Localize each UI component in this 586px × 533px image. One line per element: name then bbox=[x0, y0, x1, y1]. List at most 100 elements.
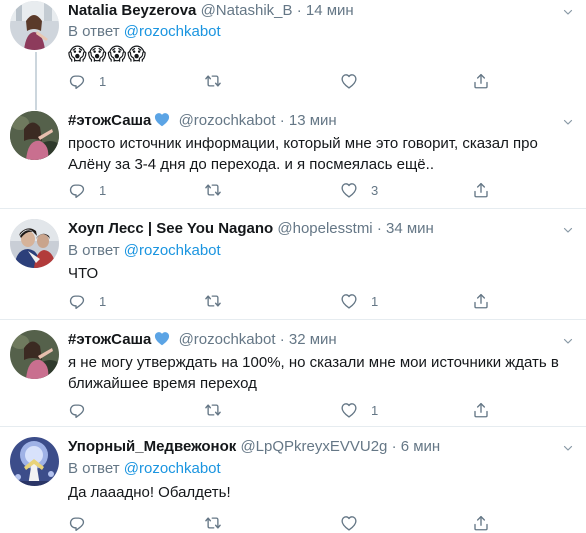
heart-icon bbox=[340, 72, 358, 90]
reply-count: 1 bbox=[99, 73, 107, 89]
username[interactable]: @LpQPkreyxEVVU2g bbox=[240, 438, 387, 455]
chevron-down-icon[interactable] bbox=[562, 335, 574, 347]
timestamp[interactable]: 6 мин bbox=[401, 438, 441, 455]
like-button[interactable]: 3 bbox=[340, 180, 378, 200]
separator-dot: · bbox=[296, 2, 302, 19]
heart-icon bbox=[340, 181, 358, 199]
tweet-content: #этожСаша @rozochkabot · 13 мин просто и… bbox=[68, 111, 576, 175]
separator-dot: · bbox=[376, 220, 382, 237]
tweet[interactable]: #этожСаша @rozochkabot · 13 мин просто и… bbox=[0, 100, 586, 208]
retweet-icon bbox=[204, 181, 222, 199]
tweet[interactable]: #этожСаша @rozochkabot · 32 мин я не мог… bbox=[0, 320, 586, 426]
reply-button[interactable]: 1 bbox=[68, 71, 106, 91]
timestamp[interactable]: 13 мин bbox=[289, 112, 337, 129]
tweet[interactable]: Упорный_Медвежонок @LpQPkreyxEVVU2g · 6 … bbox=[0, 427, 586, 525]
reply-button[interactable]: 1 bbox=[68, 180, 106, 200]
timestamp[interactable]: 32 мин bbox=[289, 331, 337, 348]
tweet-content: Хоуп Лесс | See You Nagano @hopelesstmi … bbox=[68, 219, 576, 284]
chevron-down-icon[interactable] bbox=[562, 224, 574, 236]
tweet-header: Хоуп Лесс | See You Nagano @hopelesstmi … bbox=[68, 219, 576, 239]
tweet-text: Да лааадно! Обалдеть! bbox=[68, 484, 231, 501]
timestamp[interactable]: 14 мин bbox=[306, 2, 354, 19]
reply-context: В ответ @rozochkabot bbox=[68, 22, 576, 42]
reply-icon bbox=[68, 181, 86, 199]
username[interactable]: @rozochkabot bbox=[179, 331, 276, 348]
mention-link[interactable]: @rozochkabot bbox=[124, 460, 221, 477]
retweet-button[interactable] bbox=[204, 180, 235, 200]
username[interactable]: @Natashik_B bbox=[201, 2, 293, 19]
tweet-actions bbox=[68, 513, 508, 533]
reply-icon bbox=[68, 292, 86, 310]
mention-link[interactable]: @rozochkabot bbox=[124, 242, 221, 259]
reply-count: 1 bbox=[99, 293, 107, 309]
tweet-content: Natalia Beyzerova @Natashik_B · 14 мин В… bbox=[68, 1, 576, 65]
retweet-icon bbox=[204, 72, 222, 90]
separator-dot: · bbox=[391, 438, 397, 455]
like-button[interactable]: 1 bbox=[340, 400, 378, 420]
share-icon bbox=[472, 181, 490, 199]
retweet-button[interactable] bbox=[204, 513, 235, 533]
retweet-icon bbox=[204, 292, 222, 310]
share-icon bbox=[472, 292, 490, 310]
share-button[interactable] bbox=[472, 513, 490, 533]
heart-icon bbox=[340, 514, 358, 532]
avatar[interactable] bbox=[10, 111, 59, 160]
timestamp[interactable]: 34 мин bbox=[386, 220, 434, 237]
blue-heart-icon bbox=[153, 330, 171, 347]
display-name[interactable]: #этожСаша bbox=[68, 112, 151, 129]
share-button[interactable] bbox=[472, 291, 490, 311]
reply-button[interactable] bbox=[68, 400, 99, 420]
display-name[interactable]: Хоуп Лесс | See You Nagano bbox=[68, 220, 273, 237]
retweet-button[interactable] bbox=[204, 400, 235, 420]
reply-context: В ответ @rozochkabot bbox=[68, 241, 576, 261]
avatar[interactable] bbox=[10, 437, 59, 486]
tweet-actions: 1 1 bbox=[68, 291, 508, 311]
chevron-down-icon[interactable] bbox=[562, 442, 574, 454]
username[interactable]: @rozochkabot bbox=[179, 112, 276, 129]
thread-line bbox=[35, 100, 37, 110]
like-count: 1 bbox=[371, 402, 379, 418]
like-button[interactable]: 1 bbox=[340, 291, 378, 311]
tweet-header: Упорный_Медвежонок @LpQPkreyxEVVU2g · 6 … bbox=[68, 437, 576, 457]
heart-icon bbox=[340, 401, 358, 419]
share-button[interactable] bbox=[472, 180, 490, 200]
thread-line bbox=[35, 52, 37, 100]
separator-dot: · bbox=[279, 331, 285, 348]
retweet-icon bbox=[204, 401, 222, 419]
retweet-button[interactable] bbox=[204, 71, 235, 91]
reply-button[interactable]: 1 bbox=[68, 291, 106, 311]
tweet-text: просто источник информации, который мне … bbox=[68, 135, 538, 173]
like-count: 1 bbox=[371, 293, 379, 309]
reply-button[interactable] bbox=[68, 513, 99, 533]
avatar[interactable] bbox=[10, 219, 59, 268]
avatar[interactable] bbox=[10, 330, 59, 379]
reply-count: 1 bbox=[99, 182, 107, 198]
retweet-button[interactable] bbox=[204, 291, 235, 311]
username[interactable]: @hopelesstmi bbox=[277, 220, 372, 237]
tweet-content: #этожСаша @rozochkabot · 32 мин я не мог… bbox=[68, 330, 576, 394]
mention-link[interactable]: @rozochkabot bbox=[124, 23, 221, 40]
tweet-text: я не могу утверждать на 100%, но сказали… bbox=[68, 354, 559, 392]
reply-context: В ответ @rozochkabot bbox=[68, 459, 576, 479]
tweet[interactable]: Natalia Beyzerova @Natashik_B · 14 мин В… bbox=[0, 0, 586, 100]
reply-prefix: В ответ bbox=[68, 23, 120, 40]
reply-prefix: В ответ bbox=[68, 460, 120, 477]
display-name[interactable]: #этожСаша bbox=[68, 331, 151, 348]
like-button[interactable] bbox=[340, 513, 371, 533]
share-button[interactable] bbox=[472, 71, 490, 91]
chevron-down-icon[interactable] bbox=[562, 6, 574, 18]
share-button[interactable] bbox=[472, 400, 490, 420]
chevron-down-icon[interactable] bbox=[562, 116, 574, 128]
display-name[interactable]: Упорный_Медвежонок bbox=[68, 438, 236, 455]
retweet-icon bbox=[204, 514, 222, 532]
like-count: 3 bbox=[371, 182, 379, 198]
tweet-content: Упорный_Медвежонок @LpQPkreyxEVVU2g · 6 … bbox=[68, 437, 576, 503]
like-button[interactable] bbox=[340, 71, 371, 91]
separator-dot: · bbox=[279, 112, 285, 129]
tweet-actions: 1 bbox=[68, 71, 508, 91]
display-name[interactable]: Natalia Beyzerova bbox=[68, 2, 196, 19]
avatar[interactable] bbox=[10, 1, 59, 50]
reply-icon bbox=[68, 401, 86, 419]
tweet[interactable]: Хоуп Лесс | See You Nagano @hopelesstmi … bbox=[0, 209, 586, 319]
tweet-actions: 1 bbox=[68, 400, 508, 420]
